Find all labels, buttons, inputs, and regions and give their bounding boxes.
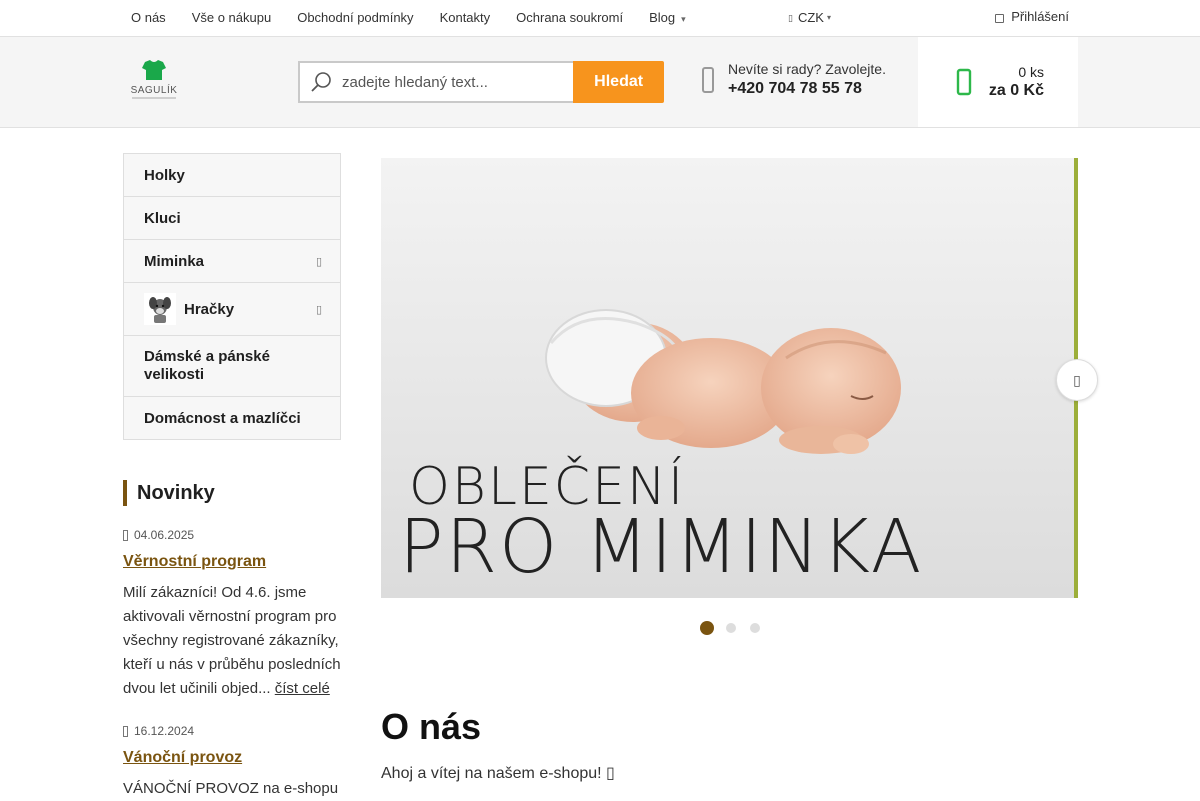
- nav-link-o-nas[interactable]: O nás: [118, 0, 179, 36]
- category-hracky[interactable]: Hračky ▯: [124, 283, 340, 336]
- logo-text: SAGULÍK: [131, 83, 178, 96]
- carousel-dot-2[interactable]: [726, 623, 736, 633]
- top-navigation: O nás Vše o nákupu Obchodní podmínky Kon…: [118, 0, 699, 36]
- logo-image: SAGULÍK: [131, 60, 178, 99]
- search-box: [298, 61, 574, 103]
- currency-icon: ▯: [788, 13, 793, 23]
- contact-info: Nevíte si rady? Zavolejte. +420 704 78 5…: [702, 61, 886, 98]
- nav-link-blog-label: Blog: [649, 9, 676, 25]
- contact-help-text: Nevíte si rady? Zavolejte.: [728, 61, 886, 77]
- user-icon: [995, 13, 1005, 23]
- read-more-link[interactable]: číst celé: [275, 680, 330, 697]
- login-label: Přihlášení: [1011, 9, 1069, 24]
- carousel-next-button[interactable]: ▯: [1056, 359, 1098, 401]
- chevron-right-icon[interactable]: ▯: [316, 255, 322, 268]
- search-button[interactable]: Hledat: [573, 61, 664, 103]
- nav-link-ochrana-soukromi[interactable]: Ochrana soukromí: [503, 0, 636, 36]
- news-date-text: 04.06.2025: [134, 528, 195, 542]
- header: SAGULÍK Hledat Nevíte si rady? Zavolejte…: [0, 37, 1200, 128]
- category-label: Miminka: [144, 252, 205, 270]
- nav-link-vse-o-nakupu[interactable]: Vše o nákupu: [179, 0, 285, 36]
- news-excerpt-text: VÁNOČNÍ PROVOZ na e-shopu: [123, 780, 339, 797]
- cart-total: za 0 Kč: [988, 82, 1044, 99]
- news-title-link[interactable]: Věrnostní program: [123, 553, 345, 571]
- login-link[interactable]: Přihlášení: [995, 0, 1069, 34]
- category-domacnost[interactable]: Domácnost a mazlíčci: [124, 397, 340, 439]
- chevron-down-icon: ▾: [826, 13, 831, 22]
- category-label: Hračky: [184, 300, 235, 318]
- category-kluci[interactable]: Kluci: [124, 197, 340, 240]
- carousel-dot-1[interactable]: [700, 621, 714, 635]
- top-bar: O nás Vše o nákupu Obchodní podmínky Kon…: [0, 0, 1200, 37]
- news-item: 04.06.2025 Věrnostní program Milí zákazn…: [123, 528, 345, 701]
- nav-link-blog[interactable]: Blog ▾: [636, 0, 699, 37]
- nav-link-obchodni-podminky[interactable]: Obchodní podmínky: [284, 0, 426, 36]
- chevron-right-icon[interactable]: ▯: [316, 303, 322, 316]
- logo[interactable]: SAGULÍK: [126, 58, 182, 104]
- news-excerpt: Milí zákazníci! Od 4.6. jsme aktivovali …: [123, 581, 345, 701]
- category-label: Kluci: [144, 209, 181, 227]
- chevron-down-icon: ▾: [681, 13, 686, 24]
- cart-icon: [956, 68, 972, 96]
- carousel-dot-3[interactable]: [750, 623, 760, 633]
- carousel-dots: [700, 621, 774, 635]
- category-label: Holky: [144, 166, 185, 184]
- banner-headline-2: PRO MIMINKA: [399, 504, 923, 590]
- smile-icon: ▯: [606, 765, 615, 782]
- cart-count: 0 ks: [1018, 64, 1044, 80]
- calendar-icon: [123, 529, 128, 541]
- search-icon: [311, 72, 331, 92]
- about-intro: Ahoj a vítej na našem e-shopu! ▯: [381, 763, 615, 783]
- category-miminka[interactable]: Miminka ▯: [124, 240, 340, 283]
- search-input[interactable]: [342, 73, 562, 91]
- news-heading: Novinky: [123, 480, 215, 506]
- banner-image: OBLEČENÍ PRO MIMINKA: [381, 158, 1078, 598]
- dog-toy-thumbnail: [144, 293, 176, 325]
- news-date: 16.12.2024: [123, 724, 345, 738]
- news-item: 16.12.2024 Vánoční provoz VÁNOČNÍ PROVOZ…: [123, 724, 345, 801]
- search-form: Hledat: [298, 61, 664, 103]
- contact-phone[interactable]: +420 704 78 55 78: [728, 80, 886, 98]
- news-date: 04.06.2025: [123, 528, 345, 542]
- currency-label: CZK: [797, 10, 824, 25]
- category-damske-panske[interactable]: Dámské a pánské velikosti: [124, 336, 340, 397]
- category-label: Domácnost a mazlíčci: [144, 409, 301, 427]
- hero-banner[interactable]: OBLEČENÍ PRO MIMINKA: [381, 158, 1078, 598]
- about-heading: O nás: [381, 706, 482, 747]
- category-holky[interactable]: Holky: [124, 154, 340, 197]
- about-intro-text: Ahoj a vítej na našem e-shopu!: [381, 765, 607, 782]
- category-menu: Holky Kluci Miminka ▯ Hračky ▯ Dámské a …: [123, 153, 341, 440]
- currency-selector[interactable]: ▯ CZK ▾: [788, 0, 831, 36]
- nav-link-kontakty[interactable]: Kontakty: [427, 0, 504, 36]
- category-label: Dámské a pánské velikosti: [144, 348, 270, 383]
- news-excerpt: VÁNOČNÍ PROVOZ na e-shopu: [123, 777, 345, 801]
- phone-icon: [702, 66, 714, 93]
- news-date-text: 16.12.2024: [134, 724, 195, 738]
- cart-widget[interactable]: 0 ks za 0 Kč: [918, 37, 1078, 127]
- calendar-icon: [123, 725, 128, 737]
- news-title-link[interactable]: Vánoční provoz: [123, 749, 345, 767]
